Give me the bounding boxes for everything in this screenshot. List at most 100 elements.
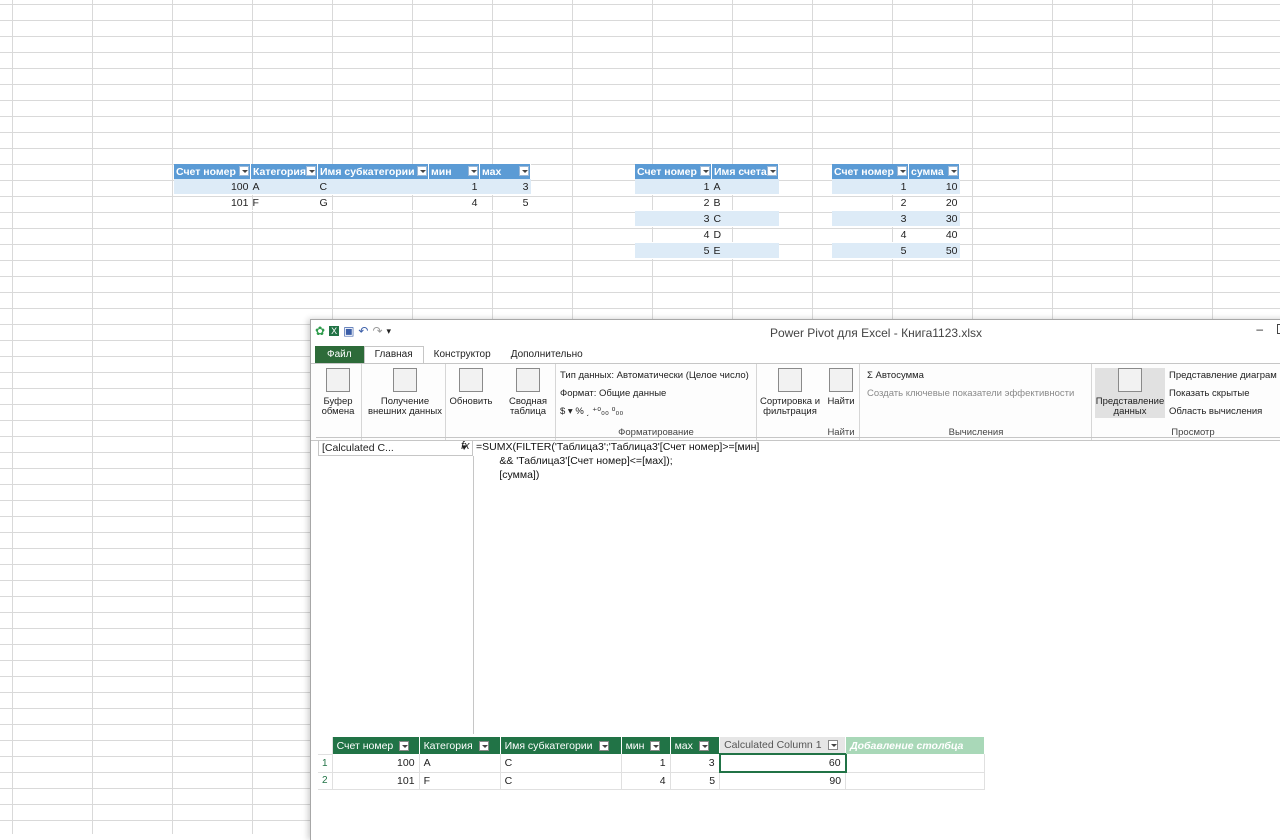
col-calculated-1[interactable]: Calculated Column 1 (719, 737, 847, 754)
cell[interactable]: 1 (635, 179, 712, 195)
cell[interactable]: 3 (635, 210, 712, 227)
cell[interactable]: 3 (479, 179, 531, 195)
name-box[interactable]: [Calculated C... ▼ (318, 440, 473, 456)
table-row[interactable]: 101 F G 4 5 (174, 194, 531, 211)
data-view-button[interactable]: Представление данных (1095, 368, 1165, 418)
find-button[interactable]: Найти (825, 368, 857, 407)
cell[interactable]: 4 (428, 194, 480, 211)
cell[interactable]: 5 (635, 242, 712, 259)
cell[interactable]: 3 (670, 754, 721, 773)
col-account[interactable]: Счет номер (332, 737, 420, 754)
filter-dropdown-icon[interactable] (598, 740, 609, 751)
table-row[interactable]: 2B (635, 194, 779, 211)
clipboard-button[interactable]: Буфер обмена (317, 368, 359, 417)
cell[interactable]: 4 (621, 772, 671, 790)
datatype-dropdown[interactable]: Тип данных: Автоматически (Целое число) (560, 370, 749, 381)
t1-header-subcategory[interactable]: Имя субкатегории (317, 164, 429, 179)
show-hidden-button[interactable]: Показать скрытые (1169, 388, 1250, 399)
cell[interactable]: C (711, 210, 779, 227)
add-column-header[interactable]: Добавление столбца (845, 737, 986, 754)
cell[interactable]: C (500, 772, 622, 790)
cell[interactable]: C (317, 179, 429, 195)
filter-dropdown-icon[interactable] (897, 166, 907, 176)
t3-header-sum[interactable]: сумма (908, 164, 960, 179)
cell[interactable]: E (711, 242, 779, 259)
cell[interactable]: F (419, 772, 501, 790)
tab-design[interactable]: Конструктор (424, 347, 501, 363)
get-external-data-button[interactable]: Получение внешних данных (365, 368, 445, 417)
cell[interactable]: A (419, 754, 501, 773)
tab-home[interactable]: Главная (363, 346, 424, 363)
number-format-buttons[interactable]: $ ▾ % ͵ ⁺⁰₀₀ ⁰₀₀ (560, 406, 623, 417)
format-dropdown[interactable]: Формат: Общие данные (560, 388, 666, 399)
t1-header-max[interactable]: мах (479, 164, 531, 179)
table-row[interactable]: 5 50 (832, 242, 960, 259)
cell[interactable]: B (711, 194, 779, 211)
cell[interactable]: A (711, 179, 779, 195)
cell[interactable]: 100 (174, 179, 251, 195)
t2-header-name[interactable]: Имя счета (711, 164, 779, 179)
filter-dropdown-icon[interactable] (478, 740, 489, 751)
sort-filter-button[interactable]: Сортировка и фильтрация (758, 368, 822, 417)
cell[interactable]: 50 (908, 242, 960, 259)
t1-header-min[interactable]: мин (428, 164, 480, 179)
table-row[interactable]: 2 101 F C 4 5 90 (318, 772, 986, 790)
cell[interactable]: C (500, 754, 622, 773)
table-row[interactable]: 3 30 (832, 210, 960, 227)
filter-dropdown-icon[interactable] (239, 166, 249, 176)
col-min[interactable]: мин (621, 737, 671, 754)
cell[interactable]: 5 (479, 194, 531, 211)
cell[interactable]: 10 (908, 179, 960, 195)
t1-header-category[interactable]: Категория (250, 164, 318, 179)
cell[interactable]: 2 (635, 194, 712, 211)
col-max[interactable]: мах (670, 737, 721, 754)
cell[interactable]: 3 (832, 210, 909, 227)
cell[interactable]: 2 (832, 194, 909, 211)
cell[interactable]: D (711, 226, 779, 243)
filter-dropdown-icon[interactable] (519, 166, 529, 176)
cell[interactable]: 40 (908, 226, 960, 243)
cell[interactable]: 101 (174, 194, 251, 211)
create-kpi-button[interactable]: Создать ключевые показатели эффективност… (867, 388, 1074, 399)
diagram-view-button[interactable]: Представление диаграм (1169, 370, 1277, 381)
calc-area-button[interactable]: Область вычисления (1169, 406, 1262, 417)
cell[interactable]: G (317, 194, 429, 211)
filter-dropdown-icon[interactable] (468, 166, 478, 176)
cell[interactable]: 5 (670, 772, 721, 790)
col-subcategory[interactable]: Имя субкатегории (500, 737, 622, 754)
table-row[interactable]: 1A (635, 179, 779, 195)
pivot-table-button[interactable]: Сводная таблица (503, 368, 553, 417)
filter-dropdown-icon[interactable] (698, 740, 709, 751)
t1-header-account[interactable]: Счет номер (174, 164, 251, 179)
table-row[interactable]: 2 20 (832, 194, 960, 211)
table-row[interactable]: 100 A C 1 3 (174, 179, 531, 195)
table-row[interactable]: 4 40 (832, 226, 960, 243)
cell[interactable]: A (250, 179, 318, 195)
autosum-button[interactable]: Σ Автосумма (867, 370, 924, 381)
row-number[interactable]: 1 (318, 754, 333, 773)
filter-dropdown-icon[interactable] (827, 740, 838, 751)
fx-icon[interactable]: fx (461, 440, 470, 452)
cell[interactable]: 4 (635, 226, 712, 243)
filter-dropdown-icon[interactable] (650, 740, 661, 751)
cell[interactable]: 30 (908, 210, 960, 227)
cell[interactable]: 100 (332, 754, 420, 773)
row-number[interactable]: 2 (318, 772, 333, 790)
table-row[interactable]: 1 100 A C 1 3 60 (318, 753, 986, 773)
table-row[interactable]: 4D (635, 226, 779, 243)
cell[interactable]: 1 (621, 754, 671, 773)
table-row[interactable]: 1 10 (832, 179, 960, 195)
cell-empty[interactable] (845, 772, 986, 790)
tab-file[interactable]: Файл (315, 346, 364, 363)
cell[interactable]: 4 (832, 226, 909, 243)
filter-dropdown-icon[interactable] (417, 166, 427, 176)
minimize-button[interactable]: – (1256, 322, 1263, 336)
formula-bar[interactable]: =SUMX(FILTER('Таблица3';'Таблица3'[Счет … (476, 440, 759, 482)
cell-selected[interactable]: 60 (718, 753, 847, 773)
cell[interactable]: 5 (832, 242, 909, 259)
t2-header-account[interactable]: Счет номер (635, 164, 712, 179)
cell-empty[interactable] (845, 754, 986, 773)
filter-dropdown-icon[interactable] (399, 740, 410, 751)
filter-dropdown-icon[interactable] (700, 166, 710, 176)
cell[interactable]: 1 (832, 179, 909, 195)
